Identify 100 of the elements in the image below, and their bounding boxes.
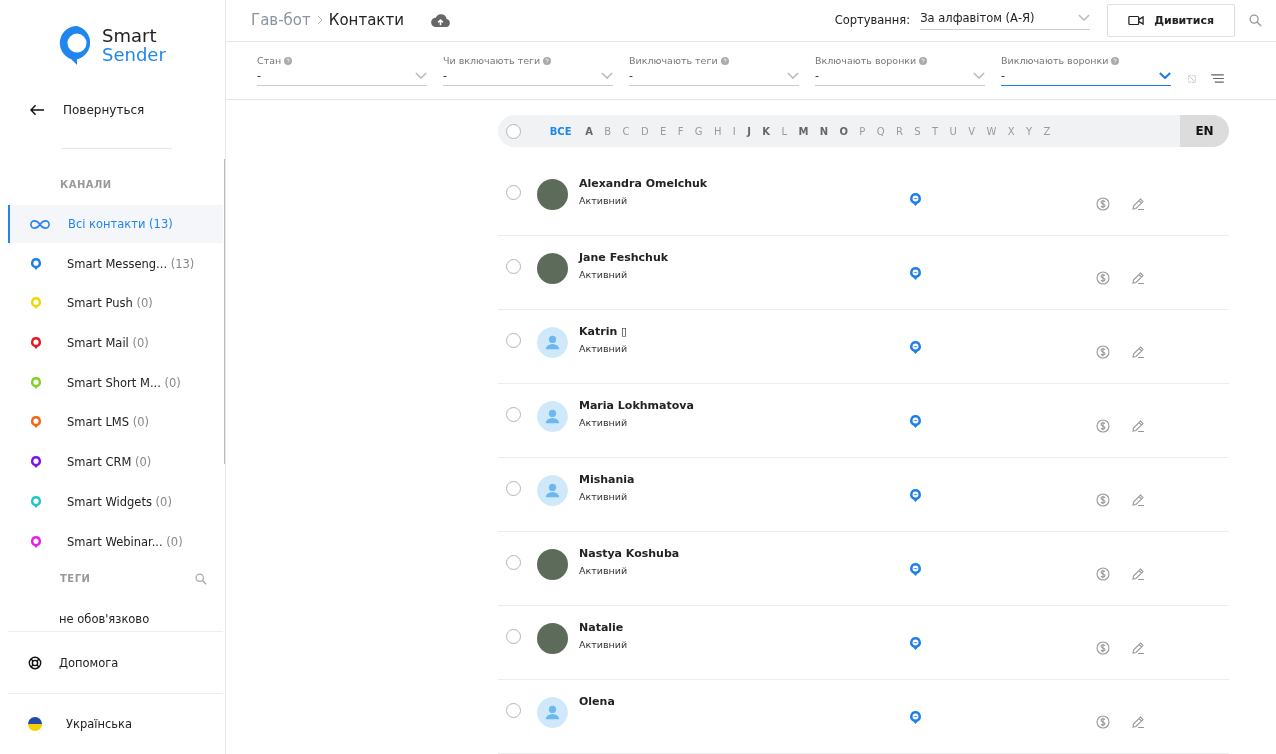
letter-filter[interactable]: J (741, 125, 757, 137)
photo-placeholder (537, 623, 568, 654)
contact-name[interactable]: Katrin ▯ (579, 325, 909, 338)
chevron-icon (316, 15, 323, 26)
edit-icon[interactable] (1131, 271, 1145, 285)
letter-filter[interactable]: K (756, 125, 776, 137)
chevron-down-icon (1159, 72, 1171, 80)
filter-label: Виключають воронки (1001, 55, 1109, 67)
dollar-icon[interactable] (1096, 271, 1110, 285)
help-icon[interactable] (720, 56, 729, 65)
letter-filter[interactable]: A (579, 125, 599, 137)
filter-dropdown[interactable]: - (1001, 67, 1171, 86)
channel-item[interactable]: Smart Messeng... (13) (8, 244, 223, 283)
channel-item[interactable]: Smart CRM (0) (8, 443, 223, 482)
channel-item[interactable]: Всі контакти (13) (8, 205, 223, 243)
language-toggle[interactable]: EN (1180, 115, 1229, 147)
cloud-upload-icon[interactable] (429, 12, 451, 28)
search-icon[interactable] (1249, 13, 1262, 27)
avatar-icon (537, 401, 568, 432)
select-all-checkbox[interactable] (506, 123, 521, 139)
dollar-icon[interactable] (1096, 345, 1110, 359)
language-link[interactable]: Українська (66, 717, 133, 731)
contact-name[interactable]: Jane Feshchuk (579, 251, 909, 264)
dollar-icon[interactable] (1096, 419, 1110, 433)
filter-label: Включають воронки (815, 55, 917, 67)
letter-filter[interactable]: M (792, 125, 814, 137)
contact-name[interactable]: Nastya Koshuba (579, 547, 909, 560)
photo-placeholder (537, 179, 568, 210)
row-checkbox[interactable] (506, 333, 521, 348)
channel-item[interactable]: Smart Short M... (0) (8, 363, 223, 402)
edit-icon[interactable] (1131, 419, 1145, 433)
contact-name[interactable]: Olena (579, 695, 909, 708)
edit-icon[interactable] (1131, 197, 1145, 211)
filter-label: Виключають теги (629, 55, 718, 67)
letter-filter[interactable]: N (814, 125, 834, 137)
dollar-icon[interactable] (1096, 197, 1110, 211)
letter-filter[interactable]: O (833, 125, 854, 137)
row-checkbox[interactable] (506, 555, 521, 570)
filter-label: Чи включають теги (443, 55, 541, 67)
contact-name[interactable]: Maria Lokhmatova (579, 399, 909, 412)
chevron-down-icon (787, 72, 799, 80)
row-checkbox[interactable] (506, 703, 521, 718)
breadcrumb-link[interactable]: Гав-бот (251, 11, 311, 30)
section-heading: ТЕГИ (59, 572, 91, 585)
row-checkbox[interactable] (506, 481, 521, 496)
page-title: Контакти (328, 11, 404, 30)
dollar-icon[interactable] (1096, 567, 1110, 581)
chevron-down-icon (973, 72, 985, 80)
dollar-icon[interactable] (1096, 715, 1110, 729)
list-icon[interactable] (1211, 73, 1224, 83)
avatar-icon (537, 327, 568, 358)
row-checkbox[interactable] (506, 259, 521, 274)
chevron-down-icon (1078, 14, 1091, 22)
search-icon[interactable] (195, 572, 207, 585)
row-checkbox[interactable] (506, 629, 521, 644)
video-camera-icon (1128, 14, 1145, 26)
edit-icon[interactable] (1131, 567, 1145, 581)
contact-status: Активний (579, 195, 629, 206)
channel-item[interactable]: Smart LMS (0) (8, 403, 223, 442)
sort-dropdown[interactable]: За алфавітом (А-Я) (920, 10, 1091, 30)
tags-field[interactable]: не обов'язково (0, 584, 225, 628)
help-icon[interactable] (543, 56, 552, 65)
back-link[interactable]: Повернуться (63, 103, 145, 117)
contact-name[interactable]: Natalie (579, 621, 909, 634)
filter-dropdown[interactable]: - (257, 67, 427, 86)
chat-bubble-icon (909, 340, 922, 355)
photo-placeholder (537, 549, 568, 580)
edit-icon[interactable] (1131, 641, 1145, 655)
channel-item[interactable]: Smart Mail (0) (8, 324, 223, 363)
flag-icon (28, 717, 42, 731)
chat-bubble-icon (909, 488, 922, 503)
contact-name[interactable]: Alexandra Omelchuk (579, 177, 909, 190)
help-icon[interactable] (919, 56, 928, 65)
filter-dropdown[interactable]: - (629, 67, 799, 86)
edit-icon[interactable] (1131, 715, 1145, 729)
edit-icon[interactable] (1131, 345, 1145, 359)
help-icon[interactable] (1111, 56, 1120, 65)
channel-item[interactable]: Smart Webinar... (0) (8, 522, 223, 561)
channel-item[interactable]: Smart Widgets (0) (8, 482, 223, 521)
edit-icon[interactable] (1131, 493, 1145, 507)
reset-filter-icon[interactable] (1187, 73, 1197, 84)
dollar-icon[interactable] (1096, 493, 1110, 507)
sort-label: Сортування: (834, 13, 911, 28)
avatar-icon (537, 475, 568, 506)
back-arrow-icon[interactable] (30, 104, 45, 116)
contact-name[interactable]: Mishania (579, 473, 909, 486)
filter-dropdown[interactable]: - (443, 67, 613, 86)
chevron-down-icon (415, 72, 427, 80)
letter-filter[interactable]: ВСЕ (544, 125, 580, 137)
filter-dropdown[interactable]: - (815, 67, 985, 86)
help-link[interactable]: Допомога (59, 655, 119, 670)
watch-button[interactable]: Дивитися (1107, 3, 1235, 37)
dollar-icon[interactable] (1096, 641, 1110, 655)
channel-item[interactable]: Smart Push (0) (8, 284, 223, 323)
contact-status: Активний (579, 269, 629, 280)
contact-status: Активний (579, 565, 629, 576)
avatar-icon (537, 697, 568, 728)
row-checkbox[interactable] (506, 185, 521, 200)
row-checkbox[interactable] (506, 407, 521, 422)
help-icon[interactable] (284, 56, 293, 65)
